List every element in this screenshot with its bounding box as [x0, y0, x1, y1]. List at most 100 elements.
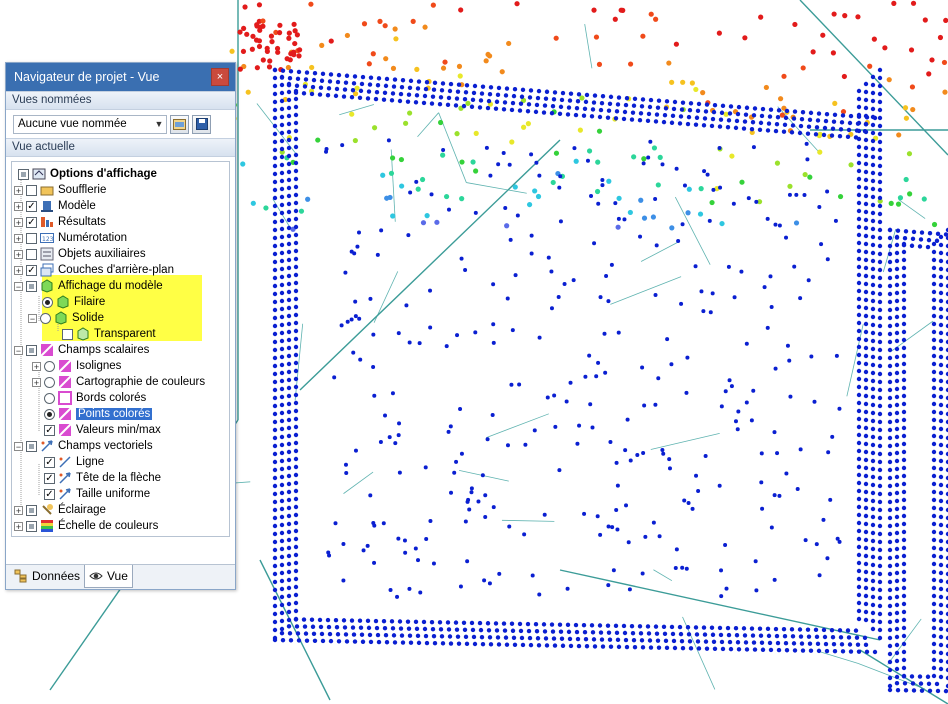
expand-icon[interactable]: + [14, 521, 23, 531]
tree-item-transparent[interactable]: Transparent [62, 326, 156, 342]
mesh-node [272, 163, 278, 169]
valeurs-minmax-checkbox[interactable]: ✓ [44, 424, 55, 436]
transparent-checkbox[interactable] [62, 328, 73, 340]
mesh-node [931, 345, 937, 351]
resultats-checkbox[interactable]: ✓ [26, 216, 37, 228]
expand-icon[interactable]: + [14, 249, 23, 259]
tree-item-bords-colores[interactable]: Bords colorés [44, 390, 146, 406]
tree-item-affichage-modele[interactable]: − Affichage du modèle [14, 278, 163, 294]
collapse-icon[interactable]: − [14, 281, 23, 291]
expand-icon[interactable]: + [14, 185, 23, 195]
tete-fleche-checkbox[interactable]: ✓ [44, 472, 55, 484]
tree-item-champs-vectoriels[interactable]: − Champs vectoriels [14, 438, 153, 454]
ligne-checkbox[interactable]: ✓ [44, 456, 55, 468]
mesh-node [304, 638, 310, 643]
mesh-node [856, 576, 862, 582]
collapse-icon[interactable]: − [28, 313, 37, 323]
tab-vue[interactable]: Vue [84, 565, 133, 588]
mesh-node [635, 453, 640, 458]
tree-item-valeurs-minmax[interactable]: ✓ Valeurs min/max [44, 422, 161, 438]
data-tree-icon [14, 569, 27, 583]
expand-icon[interactable]: + [14, 201, 23, 211]
mesh-node [510, 628, 516, 633]
tree-item-objets-auxiliaires[interactable]: + Objets auxiliaires [14, 246, 146, 262]
soufflerie-checkbox[interactable] [26, 184, 37, 196]
tree-item-filaire[interactable]: Filaire [42, 294, 105, 310]
cartographie-radio[interactable] [44, 376, 55, 388]
mesh-node [938, 626, 944, 632]
tree-item-cartographie[interactable]: + Cartographie de couleurs [32, 374, 205, 390]
collapse-icon[interactable]: − [14, 441, 23, 451]
champs-vectoriels-checkbox[interactable] [26, 440, 37, 452]
tree-item-solide[interactable]: − Solide [28, 310, 104, 326]
tree-item-eclairage[interactable]: + Éclairage [14, 502, 106, 518]
mesh-node [351, 81, 357, 86]
mesh-node [632, 645, 638, 650]
mesh-node [931, 513, 937, 519]
expand-icon[interactable]: + [14, 233, 23, 243]
collapse-icon[interactable]: − [14, 345, 23, 355]
tree-item-label: Éclairage [58, 504, 106, 516]
expand-icon[interactable]: + [32, 361, 41, 371]
bords-colores-radio[interactable] [44, 392, 55, 404]
mesh-node [856, 104, 862, 110]
tree-item-taille-uniforme[interactable]: ✓ Taille uniforme [44, 486, 150, 502]
tree-item-ligne[interactable]: ✓ Ligne [44, 454, 104, 470]
mesh-node [894, 290, 900, 296]
tree-item-points-colores[interactable]: Points colorés [44, 406, 153, 422]
mesh-node [286, 97, 292, 103]
solide-radio[interactable] [40, 312, 51, 324]
expand-icon[interactable]: + [14, 505, 23, 515]
tree-item-resultats[interactable]: + ✓ Résultats [14, 214, 106, 230]
tree-item-isolignes[interactable]: + Isolignes [32, 358, 121, 374]
mesh-node [565, 586, 570, 591]
panel-titlebar[interactable]: Navigateur de projet - Vue × [6, 63, 235, 91]
modele-checkbox[interactable]: ✓ [26, 200, 37, 212]
mesh-node [286, 481, 292, 487]
mesh-node [279, 630, 285, 636]
mesh-node [894, 250, 900, 256]
filaire-radio[interactable] [42, 296, 53, 308]
echelle-couleurs-checkbox[interactable] [26, 520, 37, 532]
expand-icon[interactable]: + [14, 217, 23, 227]
tree-item-tete-fleche[interactable]: ✓ Tête de la flèche [44, 470, 161, 486]
tree-item-champs-scalaires[interactable]: − Champs scalaires [14, 342, 149, 358]
mesh-node [293, 288, 299, 294]
tree-item-numerotation[interactable]: + 123 Numérotation [14, 230, 127, 246]
expand-icon[interactable]: + [14, 265, 23, 275]
result-point [483, 58, 489, 64]
champs-scalaires-checkbox[interactable] [26, 344, 37, 356]
objets-auxiliaires-checkbox[interactable] [26, 248, 37, 260]
tree-item-couches[interactable]: + ✓ Couches d'arrière-plan [14, 262, 174, 278]
couches-checkbox[interactable]: ✓ [26, 264, 37, 276]
view-manager-button[interactable] [170, 114, 189, 134]
affichage-modele-checkbox[interactable] [26, 280, 37, 292]
expand-icon[interactable]: + [32, 377, 41, 387]
save-view-button[interactable] [192, 114, 211, 134]
eclairage-checkbox[interactable] [26, 504, 37, 516]
numerotation-checkbox[interactable] [26, 232, 37, 244]
mesh-node [286, 233, 292, 239]
tree-item-echelle-couleurs[interactable]: + Échelle de couleurs [14, 518, 158, 534]
tree-item-soufflerie[interactable]: + Soufflerie [14, 182, 106, 198]
mesh-node [279, 626, 285, 632]
mesh-node [877, 187, 883, 193]
display-options-checkbox[interactable] [18, 168, 29, 180]
mesh-node [894, 386, 900, 392]
mesh-node [678, 631, 684, 637]
mesh-node [414, 93, 420, 98]
isolignes-radio[interactable] [44, 360, 55, 372]
mesh-node [279, 346, 285, 352]
mesh-node [518, 628, 524, 634]
tree-item-modele[interactable]: + ✓ Modèle [14, 198, 96, 214]
close-button[interactable]: × [211, 68, 229, 86]
tab-donnees[interactable]: Données [10, 565, 84, 587]
mesh-node [870, 586, 876, 592]
result-point [509, 139, 515, 145]
mesh-node [395, 594, 400, 599]
points-colores-radio[interactable] [44, 408, 55, 420]
tree-item-display-options[interactable]: Options d'affichage [18, 166, 157, 182]
mesh-node [877, 275, 883, 281]
named-view-select[interactable]: Aucune vue nommée ▼ [13, 114, 167, 134]
taille-uniforme-checkbox[interactable]: ✓ [44, 488, 55, 500]
